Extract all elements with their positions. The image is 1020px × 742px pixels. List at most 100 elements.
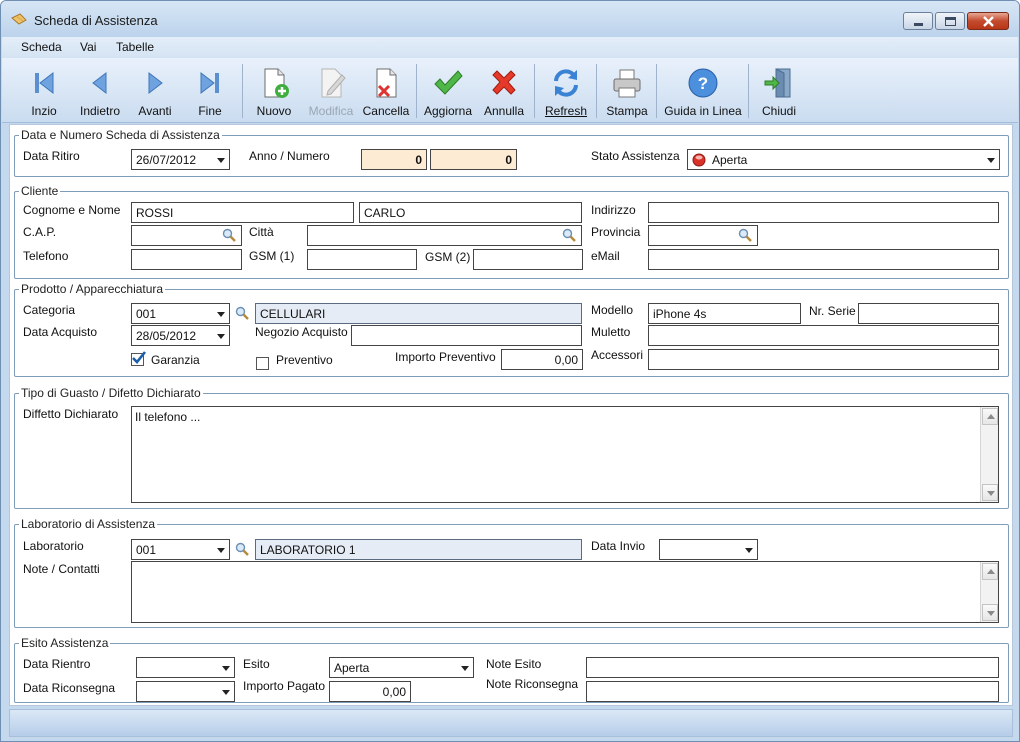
vertical-scrollbar[interactable] <box>980 562 998 622</box>
label-note-esito: Note Esito <box>486 657 542 671</box>
dropdown-arrow-icon <box>222 666 230 671</box>
group-title: Prodotto / Apparecchiatura <box>19 282 166 296</box>
difetto-textarea[interactable]: Il telefono ... <box>131 406 999 503</box>
label-difetto: Diffetto Dichiarato <box>23 407 119 421</box>
label-importo-preventivo: Importo Preventivo <box>395 350 496 364</box>
title-bar[interactable]: Scheda di Assistenza <box>1 1 1019 37</box>
negozio-field[interactable] <box>351 325 582 346</box>
status-bar <box>9 709 1013 737</box>
svg-text:?: ? <box>698 74 708 93</box>
indirizzo-field[interactable] <box>648 202 999 223</box>
last-record-button[interactable]: Fine <box>188 60 232 120</box>
next-icon <box>148 71 163 95</box>
refresh-button[interactable]: Refresh <box>540 60 592 120</box>
menu-vai[interactable]: Vai <box>80 40 96 54</box>
laboratorio-select[interactable]: 001 <box>131 539 230 560</box>
help-button[interactable]: ? Guida in Linea <box>660 60 746 120</box>
note-riconsegna-field[interactable] <box>586 681 999 702</box>
dropdown-arrow-icon <box>987 158 995 163</box>
first-icon <box>35 71 54 95</box>
exit-door-icon <box>764 68 791 98</box>
preventivo-checkbox[interactable] <box>256 357 269 370</box>
label-gsm1: GSM (1) <box>249 249 295 263</box>
numero-field[interactable]: 0 <box>430 149 517 170</box>
search-icon[interactable] <box>222 228 236 242</box>
label-gsm2: GSM (2) <box>425 250 471 264</box>
label-garanzia: Garanzia <box>151 353 200 367</box>
close-button[interactable] <box>967 12 1009 30</box>
search-icon[interactable] <box>235 306 249 320</box>
stato-select[interactable]: Aperta <box>687 149 1000 170</box>
esito-select[interactable]: Aperta <box>329 657 474 678</box>
modello-field[interactable]: iPhone 4s <box>648 303 801 324</box>
cognome-field[interactable]: ROSSI <box>131 202 354 223</box>
scroll-up-button[interactable] <box>982 408 998 425</box>
delete-button[interactable]: Cancella <box>360 60 412 120</box>
scroll-down-button[interactable] <box>982 484 998 501</box>
toolbar-separator <box>534 64 535 118</box>
save-button[interactable]: Aggiorna <box>420 60 476 120</box>
group-title: Data e Numero Scheda di Assistenza <box>19 128 222 142</box>
label-stato: Stato Assistenza <box>591 149 680 163</box>
label-note-riconsegna: Note Riconsegna <box>486 677 579 691</box>
note-contatti-textarea[interactable] <box>131 561 999 623</box>
citta-field[interactable] <box>307 225 582 246</box>
search-icon[interactable] <box>562 228 576 242</box>
email-field[interactable] <box>648 249 999 270</box>
nome-field[interactable]: CARLO <box>359 202 582 223</box>
label-indirizzo: Indirizzo <box>591 203 636 217</box>
vertical-scrollbar[interactable] <box>980 407 998 502</box>
minimize-button[interactable] <box>903 12 933 30</box>
status-dot-icon <box>692 153 706 167</box>
dropdown-arrow-icon <box>745 548 753 553</box>
label-data-invio: Data Invio <box>591 539 646 553</box>
checkmark-icon <box>132 351 147 364</box>
categoria-select[interactable]: 001 <box>131 303 230 324</box>
print-button[interactable]: Stampa <box>602 60 652 120</box>
label-importo-pagato: Importo Pagato <box>243 679 326 693</box>
data-ritiro-picker[interactable]: 26/07/2012 <box>131 149 230 170</box>
data-rientro-picker[interactable] <box>136 657 235 678</box>
new-button[interactable]: Nuovo <box>250 60 298 120</box>
anno-field[interactable]: 0 <box>361 149 427 170</box>
data-invio-picker[interactable] <box>659 539 758 560</box>
previous-record-button[interactable]: Indietro <box>74 60 126 120</box>
first-record-button[interactable]: Inzio <box>22 60 66 120</box>
maximize-button[interactable] <box>935 12 965 30</box>
search-icon[interactable] <box>738 228 752 242</box>
next-record-button[interactable]: Avanti <box>132 60 178 120</box>
data-acquisto-picker[interactable]: 28/05/2012 <box>131 325 230 346</box>
garanzia-checkbox[interactable] <box>131 351 147 366</box>
close-form-button[interactable]: Chiudi <box>754 60 804 120</box>
toolbar-separator <box>416 64 417 118</box>
menu-tabelle[interactable]: Tabelle <box>116 40 154 54</box>
window-title: Scheda di Assistenza <box>34 13 158 28</box>
menu-scheda[interactable]: Scheda <box>21 40 62 54</box>
telefono-field[interactable] <box>131 249 242 270</box>
data-riconsegna-picker[interactable] <box>136 681 235 702</box>
accessori-field[interactable] <box>648 349 999 370</box>
app-icon <box>11 13 27 25</box>
printer-icon <box>613 69 641 98</box>
label-cognome-nome: Cognome e Nome <box>23 203 121 217</box>
label-email: eMail <box>591 249 620 263</box>
nr-serie-field[interactable] <box>858 303 999 324</box>
gsm2-field[interactable] <box>473 249 583 270</box>
muletto-field[interactable] <box>648 325 999 346</box>
gsm1-field[interactable] <box>307 249 417 270</box>
importo-pagato-field[interactable]: 0,00 <box>329 681 411 702</box>
importo-preventivo-field[interactable]: 0,00 <box>501 349 583 370</box>
label-accessori: Accessori <box>591 348 644 362</box>
note-esito-field[interactable] <box>586 657 999 678</box>
search-icon[interactable] <box>235 542 249 556</box>
edit-button[interactable]: Modifica <box>304 60 358 120</box>
cancel-x-icon <box>492 70 516 95</box>
label-laboratorio: Laboratorio <box>23 539 84 553</box>
scroll-down-button[interactable] <box>982 604 998 621</box>
cancel-button[interactable]: Annulla <box>480 60 528 120</box>
scroll-up-button[interactable] <box>982 563 998 580</box>
toolbar-separator <box>242 64 243 118</box>
label-modello: Modello <box>591 303 634 317</box>
label-note-contatti: Note / Contatti <box>23 562 100 576</box>
group-title: Tipo di Guasto / Difetto Dichiarato <box>19 386 203 400</box>
